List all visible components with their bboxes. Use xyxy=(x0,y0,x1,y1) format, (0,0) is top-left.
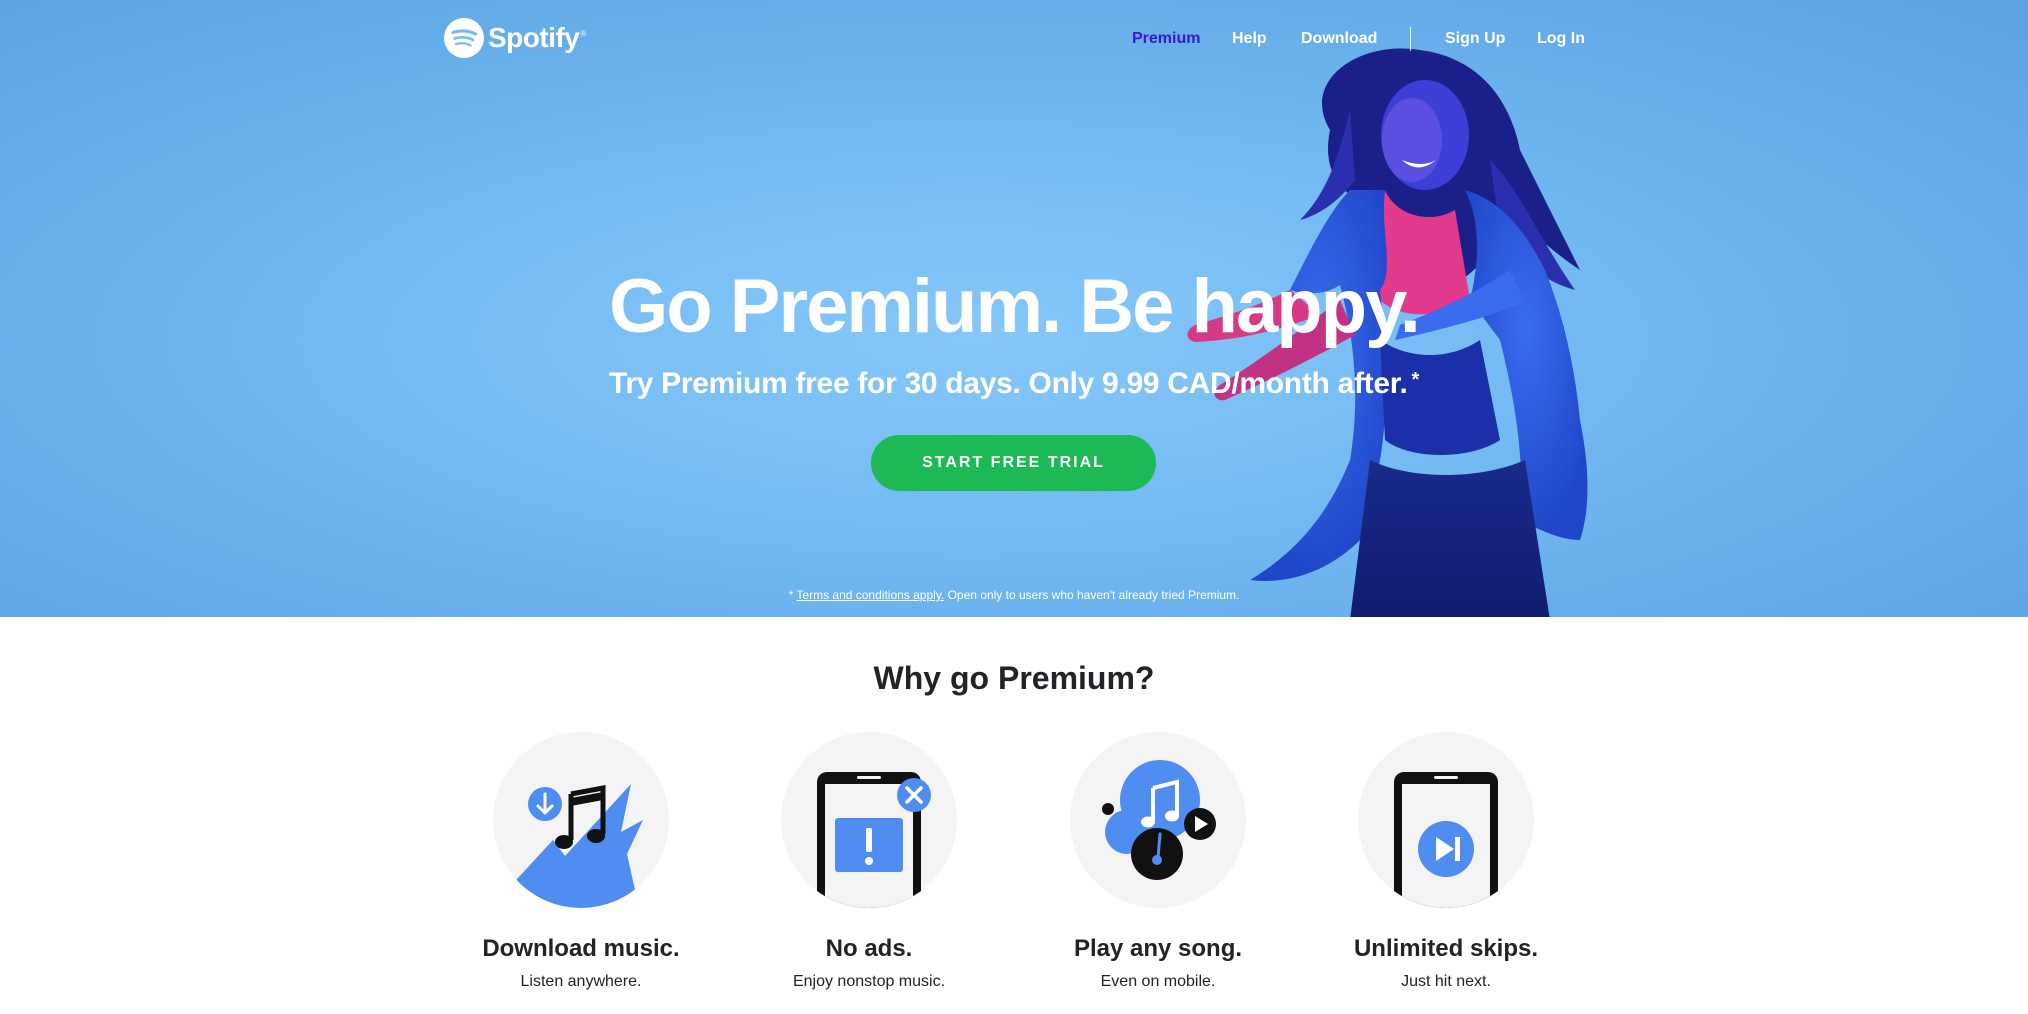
hero-subline-mark: * xyxy=(1411,369,1420,391)
feature-no-ads: No ads. Enjoy nonstop music. xyxy=(724,732,1014,992)
nav-premium-link[interactable]: Premium xyxy=(1132,30,1200,48)
nav-login-link[interactable]: Log In xyxy=(1537,30,1585,48)
nav-signup-link[interactable]: Sign Up xyxy=(1445,30,1505,48)
terms-text: Open only to users who haven't already t… xyxy=(944,588,1240,602)
feature-play-any-song: Play any song. Even on mobile. xyxy=(1013,732,1303,992)
feature-title: Unlimited skips. xyxy=(1353,935,1539,962)
feature-desc: Listen anywhere. xyxy=(520,973,642,990)
hero-headline: Go Premium. Be happy. xyxy=(609,264,1421,349)
nav-item-premium[interactable]: Premium xyxy=(1132,28,1200,50)
nav-item-help[interactable]: Help xyxy=(1232,28,1267,50)
brand-name: Spotify xyxy=(488,22,580,53)
feature-download-music: Download music. Listen anywhere. xyxy=(436,732,726,992)
terms-link[interactable]: Terms and conditions apply. xyxy=(796,588,944,602)
feature-desc: Just hit next. xyxy=(1401,973,1491,990)
feature-icon-circle xyxy=(781,732,957,908)
hero-subline-text: Try Premium free for 30 days. Only 9.99 … xyxy=(609,367,1408,400)
nav-help-link[interactable]: Help xyxy=(1232,30,1267,48)
nav-item-signup[interactable]: Sign Up xyxy=(1445,28,1505,50)
nav-item-download[interactable]: Download xyxy=(1301,28,1377,50)
feature-title: Play any song. xyxy=(1073,935,1243,962)
feature-unlimited-skips: Unlimited skips. Just hit next. xyxy=(1301,732,1591,992)
hero-subline: Try Premium free for 30 days. Only 9.99 … xyxy=(0,365,2028,403)
no-ads-icon xyxy=(817,772,931,908)
download-music-icon xyxy=(505,784,643,908)
feature-icon-circle xyxy=(493,732,669,908)
feature-desc: Enjoy nonstop music. xyxy=(792,973,946,990)
nav-divider xyxy=(1410,27,1411,51)
nav-item-login[interactable]: Log In xyxy=(1537,28,1585,50)
feature-title: Download music. xyxy=(482,935,680,962)
feature-icon-circle xyxy=(1358,732,1534,908)
hero-section: Spotify ® Premium Help Download Sign Up … xyxy=(0,0,2028,617)
spotify-logo-icon xyxy=(444,18,484,58)
terms-note: * Terms and conditions apply. Open only … xyxy=(0,588,2028,602)
spotify-logo[interactable]: Spotify ® xyxy=(444,17,586,59)
trademark-mark: ® xyxy=(580,29,587,38)
terms-mark: * xyxy=(788,588,794,602)
start-free-trial-button[interactable]: START FREE TRIAL xyxy=(871,435,1156,491)
unlimited-skips-icon xyxy=(1394,772,1498,908)
why-premium-title: Why go Premium? xyxy=(873,660,1155,696)
feature-icon-circle xyxy=(1070,732,1246,908)
top-nav: Spotify ® Premium Help Download Sign Up … xyxy=(0,0,2028,78)
nav-download-link[interactable]: Download xyxy=(1301,30,1377,48)
feature-title: No ads. xyxy=(825,935,913,962)
feature-desc: Even on mobile. xyxy=(1100,973,1216,990)
play-any-song-icon xyxy=(1102,760,1216,880)
